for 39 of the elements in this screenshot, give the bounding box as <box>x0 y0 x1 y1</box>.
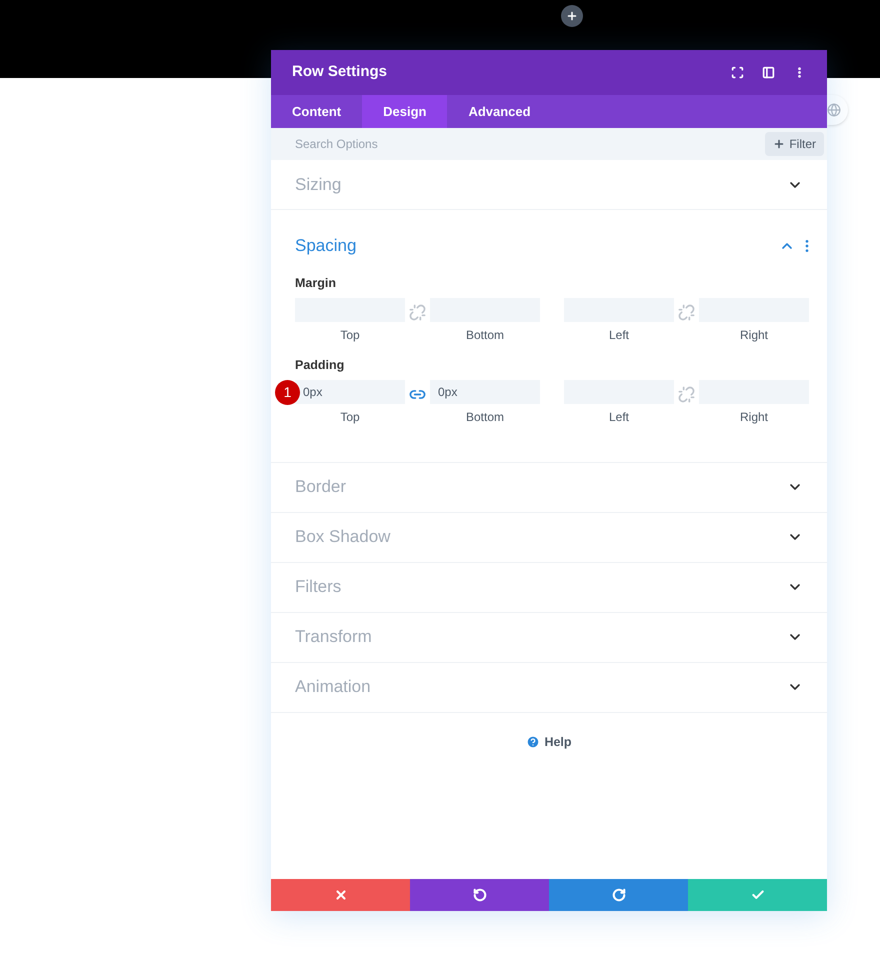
window-title: Row Settings <box>292 62 388 82</box>
field-caption: Bottom <box>466 326 504 344</box>
sidebar-icon[interactable] <box>762 66 775 79</box>
field-caption: Left <box>608 326 629 344</box>
cancel-button[interactable] <box>271 879 410 911</box>
tab[interactable]: Design <box>362 95 448 128</box>
undo-icon <box>472 888 486 902</box>
field-caption: Top <box>340 326 360 344</box>
input-field[interactable]: 0px <box>430 380 540 404</box>
check-icon <box>750 888 764 902</box>
expand-icon[interactable] <box>731 66 744 79</box>
add-button[interactable] <box>561 5 583 27</box>
field-caption: Left <box>608 408 629 426</box>
field-caption: Right <box>740 408 768 426</box>
group-label: Padding <box>295 356 346 374</box>
plus-icon <box>773 138 786 150</box>
plus-icon <box>566 10 578 22</box>
globe-button[interactable] <box>827 95 848 125</box>
filter-button[interactable]: Filter <box>765 132 824 156</box>
section-title[interactable]: Spacing <box>295 233 356 259</box>
help-link[interactable]: Help <box>526 732 572 752</box>
tab[interactable]: Advanced <box>447 95 552 128</box>
field-caption: Top <box>340 408 360 426</box>
undo-button[interactable] <box>410 879 549 911</box>
redo-button[interactable] <box>549 879 688 911</box>
unlink-icon[interactable] <box>678 304 695 321</box>
field-caption: Right <box>740 326 768 344</box>
unlink-icon[interactable] <box>409 304 426 321</box>
input-field[interactable]: 0px <box>295 380 405 404</box>
tab[interactable]: Content <box>271 95 362 128</box>
search-field[interactable]: Search Options Filter <box>271 128 827 160</box>
close-icon <box>334 888 348 902</box>
unlink-icon[interactable] <box>678 386 695 402</box>
field-caption: Bottom <box>466 408 504 426</box>
help-icon <box>526 734 540 749</box>
globe-icon <box>827 103 841 117</box>
redo-icon <box>612 888 626 902</box>
group-label: Margin <box>295 275 337 292</box>
save-button[interactable] <box>688 879 827 911</box>
